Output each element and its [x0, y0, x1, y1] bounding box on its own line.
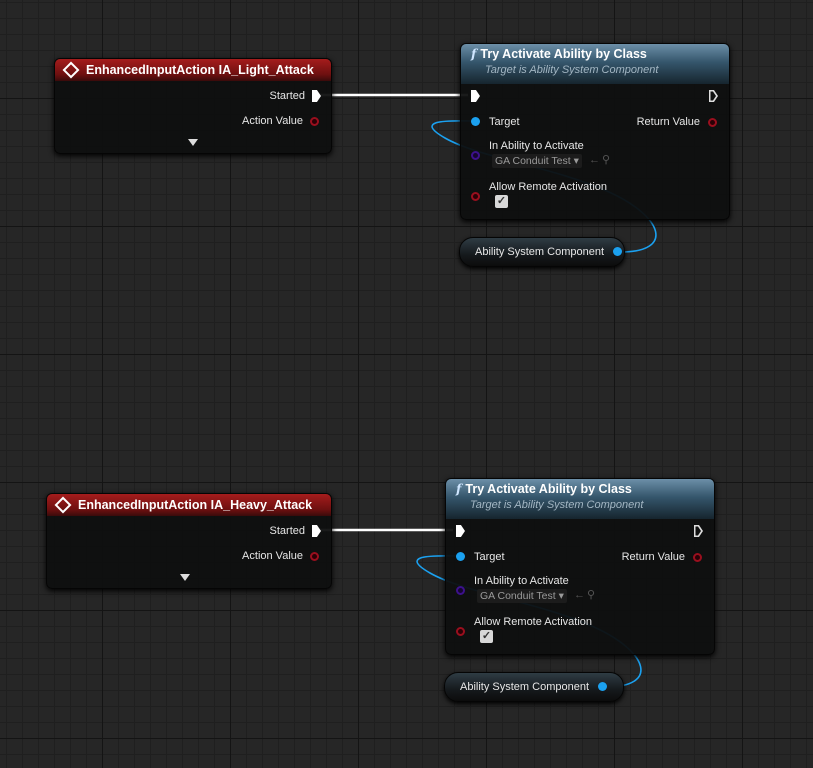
return-value-pin-icon[interactable]	[693, 553, 702, 562]
node-group: EnhancedInputAction IA_Heavy_Attack Star…	[0, 0, 813, 768]
search-asset-icon[interactable]: ⚲	[587, 588, 595, 601]
action-value-pin-icon[interactable]	[310, 552, 319, 561]
getter-label: Ability System Component	[460, 681, 589, 693]
function-icon: f	[456, 481, 462, 496]
browse-arrow-icon[interactable]: ←	[574, 589, 585, 601]
ability-system-component-getter-node[interactable]: Ability System Component	[444, 672, 624, 702]
event-node-title: EnhancedInputAction IA_Heavy_Attack	[78, 498, 313, 512]
in-ability-pin-icon[interactable]	[456, 586, 465, 595]
action-value-pin-label: Action Value	[242, 550, 303, 562]
allow-remote-pin-label: Allow Remote Activation	[474, 616, 592, 628]
enhanced-input-action-node[interactable]: EnhancedInputAction IA_Heavy_Attack Star…	[46, 493, 332, 589]
started-exec-pin-icon[interactable]	[312, 525, 321, 537]
started-pin-label: Started	[269, 525, 305, 537]
exec-out-pin-icon[interactable]	[694, 525, 703, 537]
exec-in-pin-icon[interactable]	[456, 525, 465, 537]
allow-remote-pin-icon[interactable]	[456, 627, 465, 636]
in-ability-pin-label: In Ability to Activate	[474, 575, 569, 587]
try-activate-ability-node[interactable]: f Try Activate Ability by Class Target is…	[445, 478, 715, 655]
expand-arrow-icon[interactable]	[180, 574, 190, 581]
function-node-title: Try Activate Ability by Class	[465, 482, 632, 496]
ability-class-value: GA Conduit Test	[480, 590, 556, 602]
ability-class-dropdown[interactable]: GA Conduit Test ▾	[477, 589, 567, 603]
target-pin-label: Target	[474, 551, 505, 563]
function-node-subtitle: Target is Ability System Component	[470, 499, 644, 511]
function-node-header: f Try Activate Ability by Class Target is…	[446, 479, 714, 519]
event-diamond-icon	[54, 496, 72, 514]
event-node-header: EnhancedInputAction IA_Heavy_Attack	[47, 494, 331, 516]
return-value-pin-label: Return Value	[621, 551, 685, 563]
getter-output-pin-icon[interactable]	[598, 682, 607, 691]
target-pin-icon[interactable]	[456, 552, 465, 561]
allow-remote-checkbox[interactable]: ✓	[480, 630, 493, 643]
